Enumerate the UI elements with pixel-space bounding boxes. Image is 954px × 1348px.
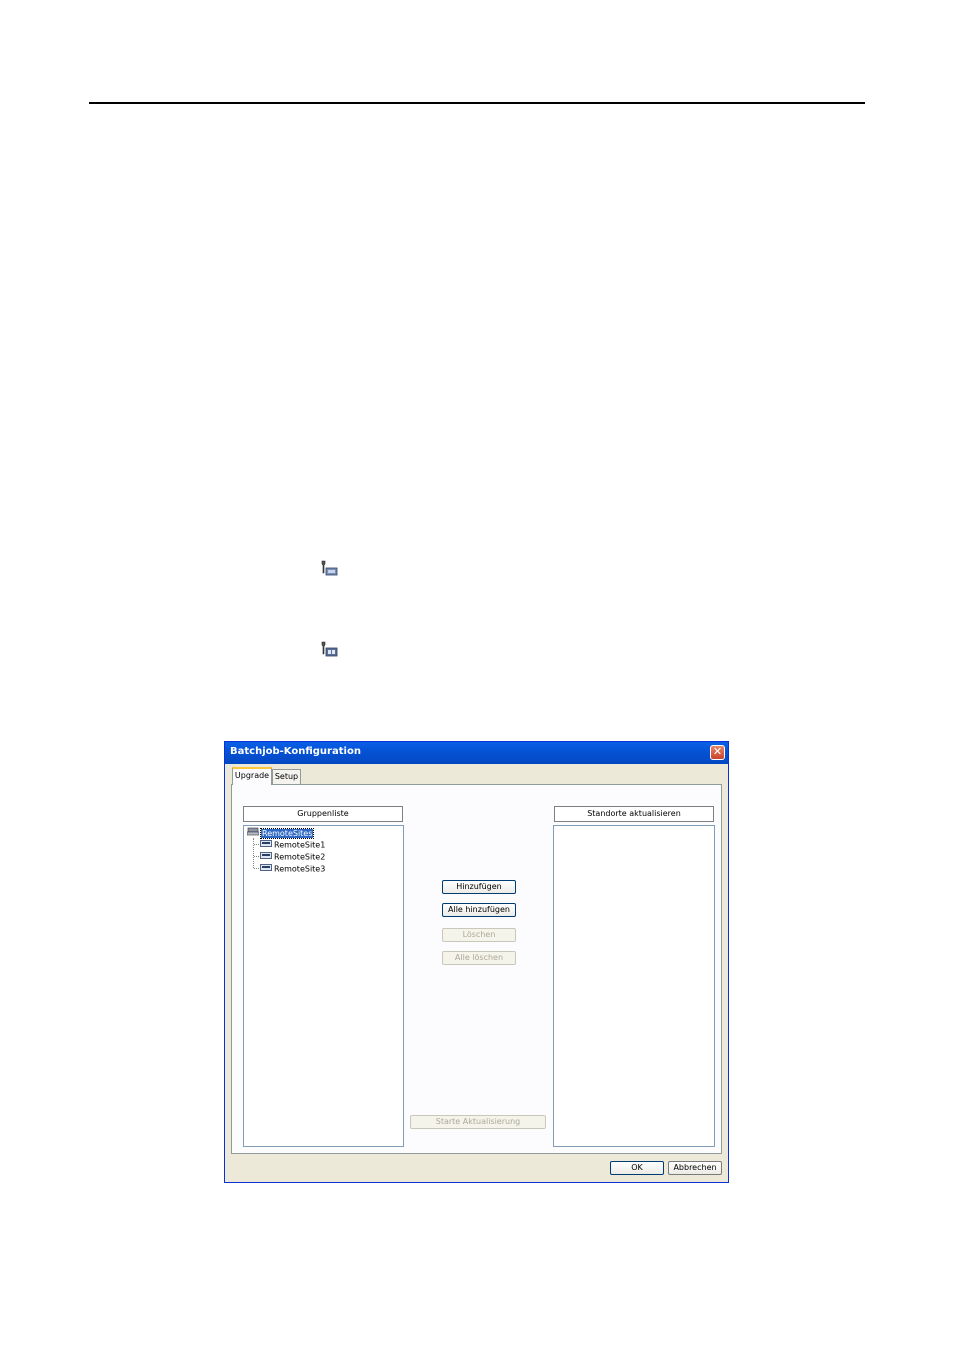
- tree-item-label: RemoteSite2: [274, 852, 326, 862]
- delete-button[interactable]: Löschen: [442, 928, 516, 942]
- tree-connector: [254, 856, 259, 857]
- update-sites-list[interactable]: [553, 825, 715, 1147]
- tree-item[interactable]: RemoteSite1: [260, 839, 325, 851]
- header-rule: [89, 102, 865, 104]
- cancel-button[interactable]: Abbrechen: [668, 1161, 722, 1175]
- start-update-button[interactable]: Starte Aktualisierung: [410, 1115, 546, 1129]
- tree-item[interactable]: RemoteSite3: [260, 863, 325, 875]
- dialog-titlebar[interactable]: Batchjob-Konfiguration ✕: [225, 742, 728, 764]
- batchjob-dialog: Batchjob-Konfiguration ✕ Upgrade Setup G…: [224, 741, 729, 1183]
- add-all-button[interactable]: Alle hinzufügen: [442, 903, 516, 917]
- close-icon[interactable]: ✕: [710, 745, 725, 760]
- group-list-tree[interactable]: RemoteSites RemoteSite1 RemoteSite2 Remo…: [243, 825, 404, 1147]
- tree-connector: [253, 838, 254, 868]
- tree-item-label: RemoteSites: [259, 828, 315, 839]
- tree-item[interactable]: RemoteSite2: [260, 851, 325, 863]
- tree-connector: [254, 844, 259, 845]
- device-icon: [260, 863, 272, 875]
- tab-panel-upgrade: Gruppenliste RemoteSites RemoteSite1 Rem…: [231, 784, 722, 1154]
- update-sites-header[interactable]: Standorte aktualisieren: [554, 806, 714, 822]
- wrench-device-alt-icon: [320, 641, 338, 657]
- tree-connector: [254, 868, 259, 869]
- group-list-header[interactable]: Gruppenliste: [243, 806, 403, 822]
- dialog-title: Batchjob-Konfiguration: [230, 746, 361, 757]
- tree-item-label: RemoteSite1: [274, 840, 326, 850]
- tab-upgrade[interactable]: Upgrade: [232, 767, 272, 785]
- tree-item-root[interactable]: RemoteSites: [246, 827, 315, 840]
- tree-item-label: RemoteSite3: [274, 864, 326, 874]
- group-icon: [246, 827, 260, 840]
- device-icon: [260, 839, 272, 851]
- device-icon: [260, 851, 272, 863]
- delete-all-button[interactable]: Alle löschen: [442, 951, 516, 965]
- wrench-device-icon: [320, 560, 338, 576]
- ok-button[interactable]: OK: [610, 1161, 664, 1175]
- add-button[interactable]: Hinzufügen: [442, 880, 516, 894]
- tab-setup[interactable]: Setup: [272, 769, 301, 784]
